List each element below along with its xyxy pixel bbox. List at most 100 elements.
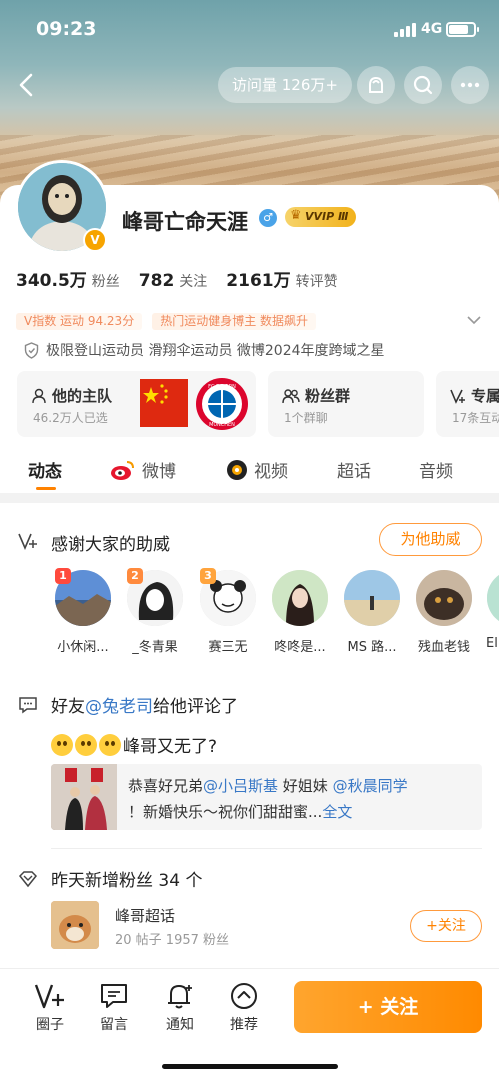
expand-chevron-icon[interactable] xyxy=(466,310,482,329)
fans-label[interactable]: 粉丝 xyxy=(92,271,120,291)
tab-super-topic[interactable]: 超话 xyxy=(337,457,371,482)
fans-count[interactable]: 340.5万 xyxy=(16,266,87,291)
mention-link[interactable]: @小吕斯基 xyxy=(203,777,278,795)
chat-icon xyxy=(101,984,127,1008)
network-label: 4G xyxy=(421,21,443,37)
supporter-name: _冬青果 xyxy=(132,640,178,655)
likes-label: 转评赞 xyxy=(295,274,338,290)
profile-name: 峰哥亡命天涯 xyxy=(122,210,248,234)
signal-icon xyxy=(394,23,416,37)
supporter-name: MS 路... xyxy=(347,640,397,655)
crying-emoji-icon xyxy=(75,733,97,756)
supporter-name: 咚咚是... xyxy=(274,640,326,655)
china-flag-icon xyxy=(140,379,188,427)
verification-text: 极限登山运动员 滑翔伞运动员 微博2024年度跨域之星 xyxy=(46,343,385,359)
rank-badge: 3 xyxy=(200,568,216,584)
supporter-name: 残血老钱 xyxy=(417,640,470,655)
rank-badge: 1 xyxy=(55,568,71,584)
weibo-logo-icon xyxy=(111,460,134,480)
supporter-item[interactable]: MS 路... xyxy=(341,570,403,655)
visits-button[interactable]: 访问量 126万+ xyxy=(218,67,352,103)
quoted-post-thumbnail xyxy=(51,764,117,830)
supporter-name: El xyxy=(486,636,498,651)
verification-info: 极限登山运动员 滑翔伞运动员 微博2024年度跨域之星 xyxy=(24,340,385,360)
bottom-bar: 圈子 留言 通知 推荐 + 关注 xyxy=(0,968,499,1080)
read-more-link[interactable]: 全文 xyxy=(322,803,352,821)
status-bar: 09:23 4G xyxy=(0,0,499,60)
v-plus-icon xyxy=(18,533,37,550)
back-icon[interactable] xyxy=(12,70,42,100)
rank-badge: 2 xyxy=(127,568,143,584)
super-topic-title[interactable]: 峰哥超话 xyxy=(115,905,175,926)
shield-icon xyxy=(24,341,39,359)
chevron-up-circle-icon xyxy=(231,983,257,1009)
fans-group-sub: 1个群聊 xyxy=(284,411,328,425)
third-sub: 17条互动 xyxy=(452,411,499,425)
fans-group-title: 粉丝群 xyxy=(305,387,351,405)
group-icon xyxy=(282,388,300,403)
third-title: 专属 xyxy=(471,387,499,405)
super-topic-follow-button[interactable]: +关注 xyxy=(410,910,482,942)
crying-emoji-icon xyxy=(51,733,73,756)
v-plus-icon xyxy=(450,389,465,404)
bell-icon xyxy=(168,985,192,1009)
follow-button[interactable]: + 关注 xyxy=(294,981,482,1033)
more-icon[interactable] xyxy=(451,66,489,104)
super-topic-image[interactable] xyxy=(51,901,99,949)
mention-link[interactable]: @秋晨同学 xyxy=(333,777,408,795)
home-indicator xyxy=(162,1064,338,1069)
section-divider xyxy=(0,493,499,503)
supporter-name: 赛三无 xyxy=(208,640,248,655)
friend-comment-text: 峰哥又无了? xyxy=(51,732,217,757)
status-time: 09:23 xyxy=(36,18,97,40)
friend-comment-line: 好友@兔老司给他评论了 xyxy=(51,697,238,717)
user-icon xyxy=(32,388,46,403)
tab-audio[interactable]: 音频 xyxy=(419,457,453,482)
vvip-badge[interactable]: VVIP Ⅲ xyxy=(285,206,357,227)
svg-text:MÜNCHEN: MÜNCHEN xyxy=(209,421,235,428)
v-plus-icon xyxy=(34,984,64,1009)
message-button[interactable]: 留言 xyxy=(90,981,138,1034)
diamond-icon xyxy=(18,871,38,888)
team-panel[interactable]: 他的主队 46.2万人已选 FC BAYERN MÜNCHEN xyxy=(17,371,256,437)
svg-text:FC BAYERN: FC BAYERN xyxy=(208,384,236,390)
profile-tags: V指数 运动 94.23分 热门运动健身博主 数据飙升 xyxy=(16,313,317,330)
fans-group-panel[interactable]: 粉丝群 1个群聊 xyxy=(268,371,424,437)
hot-blogger-tag[interactable]: 热门运动健身博主 数据飙升 xyxy=(152,313,317,330)
tab-video[interactable]: 视频 xyxy=(226,457,288,482)
circle-button[interactable]: 圈子 xyxy=(26,981,74,1034)
recommend-button[interactable]: 推荐 xyxy=(220,981,268,1034)
active-tab-indicator xyxy=(36,487,56,490)
quoted-post[interactable]: 恭喜好兄弟@小吕斯基 好姐妹 @秋晨同学 ！新婚快乐～祝你们甜甜蜜...全文 xyxy=(51,764,482,830)
gender-icon: ♂ xyxy=(259,209,277,227)
comment-icon xyxy=(19,697,37,714)
supporter-item[interactable]: 咚咚是... xyxy=(269,570,331,655)
support-title: 感谢大家的助威 xyxy=(51,535,170,555)
super-topic-stats: 20 帖子 1957 粉丝 xyxy=(115,933,230,948)
video-icon xyxy=(227,459,247,480)
following-count[interactable]: 782 xyxy=(139,271,175,291)
friend-mention-link[interactable]: @兔老司 xyxy=(85,697,153,717)
gift-icon[interactable] xyxy=(357,66,395,104)
quoted-post-text: 恭喜好兄弟@小吕斯基 好姐妹 @秋晨同学 ！新婚快乐～祝你们甜甜蜜...全文 xyxy=(128,777,408,821)
tab-feed[interactable]: 动态 xyxy=(28,457,62,482)
battery-icon xyxy=(446,22,479,37)
cheer-button[interactable]: 为他助威 xyxy=(379,523,482,556)
verified-v-badge: V xyxy=(83,228,107,252)
supporter-item[interactable]: El xyxy=(484,570,499,651)
team-title: 他的主队 xyxy=(52,387,113,405)
supporter-item[interactable]: 残血老钱 xyxy=(413,570,475,655)
tab-weibo[interactable]: 微博 xyxy=(110,457,176,482)
following-label[interactable]: 关注 xyxy=(179,271,207,291)
fc-bayern-logo-icon: FC BAYERN MÜNCHEN xyxy=(196,378,248,430)
third-panel[interactable]: 专属 17条互动 xyxy=(436,371,499,437)
v-index-tag[interactable]: V指数 运动 94.23分 xyxy=(16,313,143,330)
search-icon[interactable] xyxy=(404,66,442,104)
supporter-name: 小休闲... xyxy=(57,640,109,655)
notify-button[interactable]: 通知 xyxy=(156,981,204,1034)
profile-tabs: 动态 微博 视频 超话 音频 xyxy=(0,455,499,495)
likes-count: 2161万 xyxy=(226,271,291,291)
divider xyxy=(51,848,482,849)
crying-emoji-icon xyxy=(99,733,121,756)
team-sub: 46.2万人已选 xyxy=(33,411,108,425)
